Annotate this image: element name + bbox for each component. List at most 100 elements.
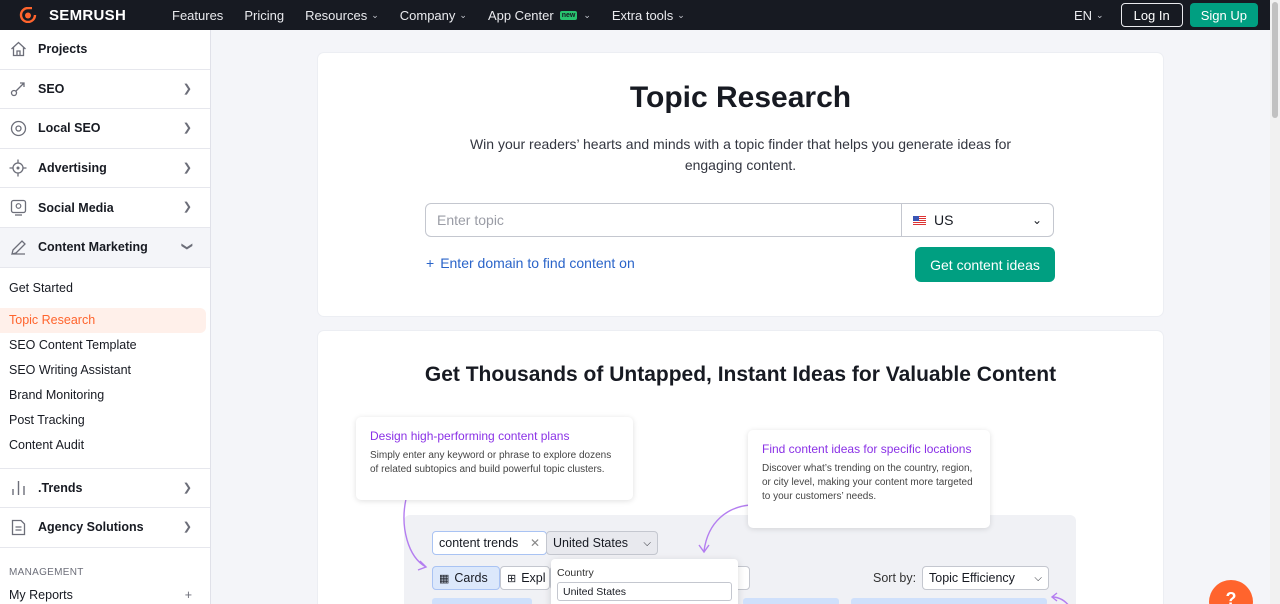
content-marketing-submenu: Get Started Topic Research SEO Content T… xyxy=(0,268,210,469)
chevron-down-icon: ⌄ xyxy=(677,9,685,20)
submenu-item-post-tracking[interactable]: Post Tracking xyxy=(0,408,206,433)
target-icon xyxy=(9,159,27,177)
help-button[interactable]: ? xyxy=(1209,580,1253,604)
scrollbar-thumb[interactable] xyxy=(1272,2,1278,118)
topic-research-card: Topic Research Win your readers’ hearts … xyxy=(318,53,1163,316)
social-icon xyxy=(9,199,27,217)
seo-icon xyxy=(9,80,27,98)
nav-pricing-label: Pricing xyxy=(244,7,285,23)
management-heading: MANAGEMENT xyxy=(9,566,84,578)
home-icon xyxy=(9,40,27,58)
tooltip-content-plans: Design high-performing content plans Sim… xyxy=(356,417,633,500)
close-icon: ✕ xyxy=(529,536,540,550)
nav-right: EN ⌄ Log In Sign Up xyxy=(1074,3,1258,27)
chevron-right-icon: ❯ xyxy=(182,161,192,174)
curved-arrow-icon xyxy=(1050,592,1069,604)
features-title: Get Thousands of Untapped, Instant Ideas… xyxy=(424,363,1057,386)
nav-extra-tools[interactable]: Extra tools ⌄ xyxy=(612,8,685,23)
nav-company-label: Company xyxy=(399,7,456,23)
tooltip-description: Simply enter any keyword or phrase to ex… xyxy=(370,450,612,475)
chevron-down-icon: ⌄ xyxy=(583,9,591,20)
enter-domain-link[interactable]: + Enter domain to find content on xyxy=(426,255,635,271)
pencil-icon xyxy=(9,238,27,256)
demo-explorer-label: Expl xyxy=(521,571,546,585)
plus-icon[interactable]: + xyxy=(185,588,192,602)
demo-sort-label: Sort by: xyxy=(873,571,917,585)
sidebar-item-my-reports[interactable]: My Reports + xyxy=(0,588,210,602)
chevron-down-icon: ⌄ xyxy=(459,9,467,20)
submenu-item-content-audit[interactable]: Content Audit xyxy=(0,433,206,458)
chevron-down-icon: ⌄ xyxy=(1031,213,1042,227)
plus-icon: + xyxy=(426,255,435,271)
demo-card-strip xyxy=(851,598,1047,604)
table-icon: ⊞ xyxy=(507,572,517,585)
page-title: Topic Research xyxy=(629,81,852,114)
nav-links: Features Pricing Resources ⌄ Company ⌄ App… xyxy=(172,8,706,23)
new-badge: new xyxy=(559,10,578,20)
get-content-ideas-button[interactable]: Get content ideas xyxy=(915,247,1055,282)
semrush-logo[interactable]: SEMRUSH xyxy=(19,7,159,24)
submenu-item-seo-content-template[interactable]: SEO Content Template xyxy=(0,333,206,358)
page-subtitle: Win your readers’ hearts and minds with … xyxy=(469,136,1012,173)
demo-country-text: United States xyxy=(553,536,629,550)
country-value: US xyxy=(934,212,954,228)
sidebar-item-label: SEO xyxy=(38,81,65,96)
submenu-item-get-started[interactable]: Get Started xyxy=(0,276,206,301)
chevron-down-icon: ❯ xyxy=(180,241,193,252)
sidebar-item-content-marketing[interactable]: Content Marketing ❯ xyxy=(0,227,210,268)
signup-button[interactable]: Sign Up xyxy=(1189,3,1258,27)
submenu-item-topic-research[interactable]: Topic Research xyxy=(0,307,206,333)
popover-label: Country xyxy=(557,567,594,579)
chevron-right-icon: ❯ xyxy=(182,481,192,494)
enter-domain-label: Enter domain to find content on xyxy=(440,255,635,271)
nav-resources-label: Resources xyxy=(305,7,368,23)
demo-sort-select: Topic Efficiency ⌵ xyxy=(922,566,1049,590)
submenu-item-brand-monitoring[interactable]: Brand Monitoring xyxy=(0,383,206,408)
nav-features-label: Features xyxy=(172,7,224,23)
nav-company[interactable]: Company ⌄ xyxy=(400,8,467,23)
chevron-down-icon: ⌵ xyxy=(643,537,651,549)
demo-country-select: United States ⌵ xyxy=(546,531,658,555)
nav-pricing[interactable]: Pricing xyxy=(244,8,284,23)
language-selector[interactable]: EN ⌄ xyxy=(1074,8,1104,23)
sidebar-item-label: Local SEO xyxy=(38,121,101,136)
sidebar-item-seo[interactable]: SEO ❯ xyxy=(0,70,210,110)
sidebar-item-label: Agency Solutions xyxy=(38,520,144,535)
demo-card-strip xyxy=(743,598,839,604)
demo-query-text: content trends xyxy=(439,536,519,550)
nav-app-center[interactable]: App Center new ⌄ xyxy=(488,8,591,23)
nav-app-center-label: App Center xyxy=(487,7,554,23)
document-icon xyxy=(9,518,27,536)
submenu-item-seo-writing-assistant[interactable]: SEO Writing Assistant xyxy=(0,358,206,383)
language-label: EN xyxy=(1073,7,1093,23)
nav-features[interactable]: Features xyxy=(172,8,223,23)
nav-resources[interactable]: Resources ⌄ xyxy=(305,8,379,23)
sidebar-item-advertising[interactable]: Advertising ❯ xyxy=(0,149,210,189)
nav-extra-tools-label: Extra tools xyxy=(611,7,674,23)
chevron-right-icon: ❯ xyxy=(182,122,192,135)
location-icon xyxy=(9,119,27,137)
country-select[interactable]: US ⌄ xyxy=(901,203,1054,237)
sidebar-item-label: Projects xyxy=(38,42,88,57)
sidebar-item-projects[interactable]: Projects xyxy=(0,30,210,70)
demo-explorer-tab: ⊞ Expl xyxy=(500,566,550,590)
page-scrollbar[interactable] xyxy=(1270,0,1280,604)
sidebar-item-label: .Trends xyxy=(38,480,83,495)
topic-input[interactable]: Enter topic xyxy=(425,203,902,237)
us-flag-icon xyxy=(913,215,926,225)
chevron-right-icon: ❯ xyxy=(182,521,192,534)
sidebar-item-label: Social Media xyxy=(38,200,114,215)
sidebar-item-social-media[interactable]: Social Media ❯ xyxy=(0,188,210,228)
sidebar-item-trends[interactable]: .Trends ❯ xyxy=(0,469,210,509)
tooltip-title: Find content ideas for specific location… xyxy=(762,442,972,456)
tooltip-locations: Find content ideas for specific location… xyxy=(748,430,990,528)
demo-country-popover: Country United States xyxy=(551,559,738,604)
sidebar-item-agency-solutions[interactable]: Agency Solutions ❯ xyxy=(0,508,210,548)
cards-icon: ▦ xyxy=(439,572,450,585)
semrush-logo-icon xyxy=(19,7,37,23)
sidebar-item-label: Content Marketing xyxy=(38,240,148,255)
chevron-down-icon: ⌵ xyxy=(1034,572,1042,584)
sidebar-item-local-seo[interactable]: Local SEO ❯ xyxy=(0,109,210,149)
login-button[interactable]: Log In xyxy=(1120,3,1183,27)
bar-chart-icon xyxy=(9,479,27,497)
